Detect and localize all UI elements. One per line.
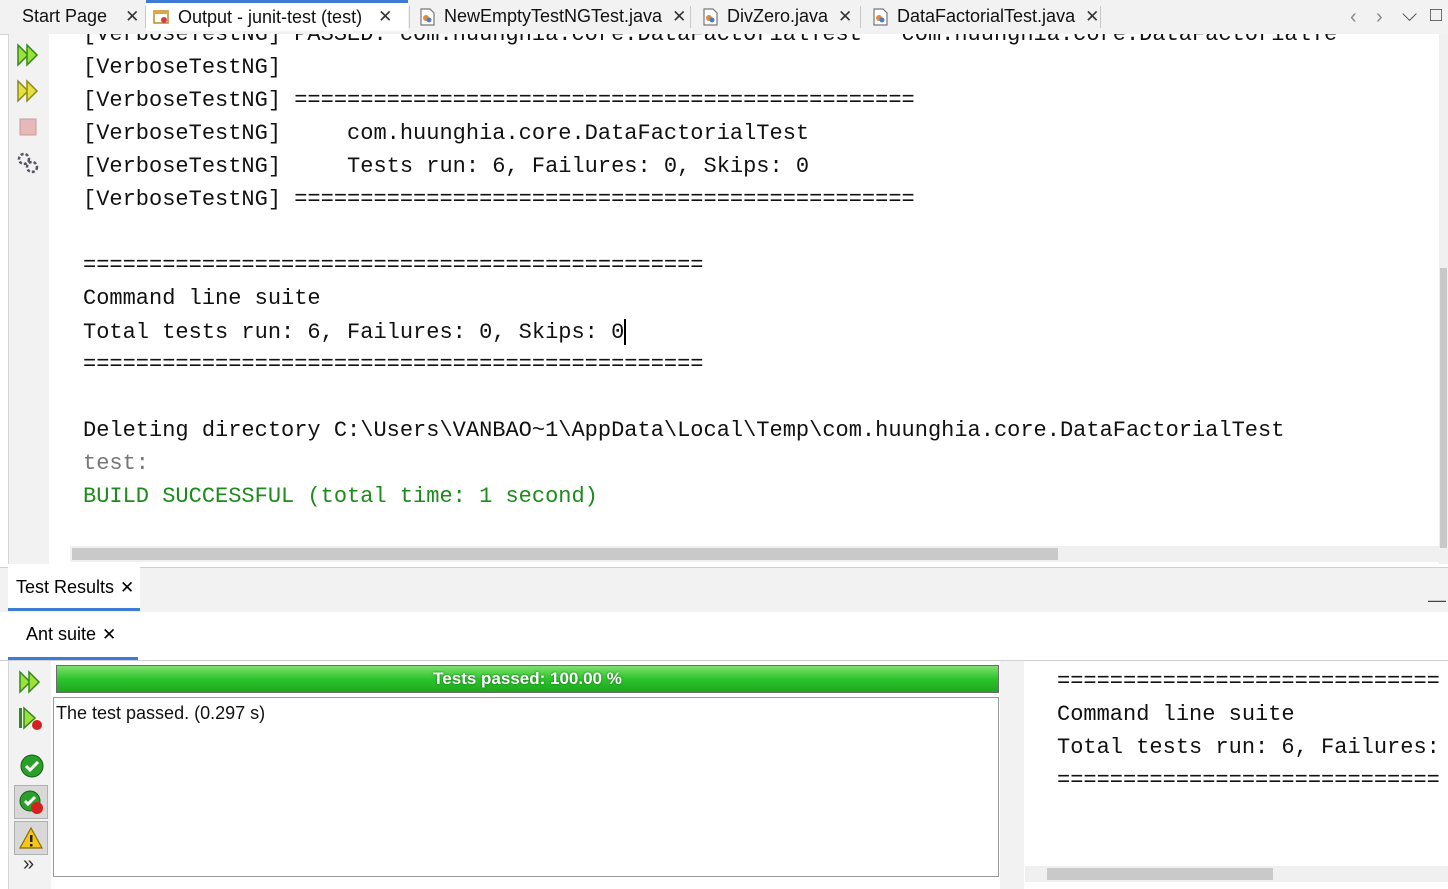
output-horizontal-scroll-thumb[interactable] <box>72 548 1058 560</box>
maximize-window-icon[interactable]: □ <box>1430 4 1442 27</box>
editor-tab-bar: Start Page ✕ Output - junit-test (test) … <box>0 0 1448 35</box>
tab-start-page[interactable]: Start Page ✕ <box>22 0 139 33</box>
output-icon <box>153 10 169 24</box>
tab-label: DataFactorialTest.java <box>897 6 1076 26</box>
close-icon[interactable]: ✕ <box>672 7 686 27</box>
results-tab-bar <box>0 567 1448 613</box>
show-errors-toggle[interactable] <box>14 821 48 855</box>
close-icon[interactable]: ✕ <box>378 7 392 27</box>
progress-label: Tests passed: 100.00 % <box>433 669 622 688</box>
output-line: ========================================… <box>1057 669 1440 694</box>
test-output-horizontal-scroll-thumb[interactable] <box>1047 868 1273 880</box>
show-failed-icon <box>19 790 43 814</box>
output-line: Deleting directory C:\Users\VANBAO~1\App… <box>83 418 1285 443</box>
tab-label: NewEmptyTestNGTest.java <box>444 6 663 26</box>
output-line: [VerboseTestNG] ========================… <box>83 187 915 212</box>
tab-ant-suite[interactable]: Ant suite ✕ <box>8 612 138 660</box>
more-actions-icon[interactable]: » <box>23 853 34 876</box>
tab-label: Test Results <box>16 577 115 597</box>
show-failed-toggle[interactable] <box>14 785 48 819</box>
output-toolbar <box>8 34 50 564</box>
tab-list-dropdown-icon[interactable]: ⌵ <box>1402 4 1417 27</box>
tests-progress-bar: Tests passed: 100.00 % <box>56 665 999 693</box>
tab-label: Start Page <box>22 6 108 26</box>
tab-label: Output - junit-test (test) <box>178 6 363 27</box>
close-icon[interactable]: ✕ <box>838 7 852 27</box>
test-result-summary[interactable]: The test passed. (0.297 s) <box>56 703 265 724</box>
output-line-target: test: <box>83 451 150 476</box>
build-status-line: BUILD SUCCESSFUL (total time: 1 second) <box>83 484 598 509</box>
tab-label: Ant suite <box>26 624 97 644</box>
output-vertical-scroll-thumb[interactable] <box>1440 268 1447 548</box>
tab-datafactorialtest[interactable]: DataFactorialTest.java ✕ <box>871 0 1099 33</box>
java-file-icon <box>420 7 435 26</box>
output-line: ========================================… <box>1057 768 1440 793</box>
output-line: [VerboseTestNG] com.huunghia.core.DataFa… <box>83 121 810 146</box>
output-line: [VerboseTestNG] <box>83 55 282 80</box>
output-line: [VerboseTestNG] ========================… <box>83 88 915 113</box>
close-icon[interactable]: ✕ <box>102 625 116 645</box>
rerun-with-options-icon[interactable] <box>15 78 41 104</box>
test-results-tree[interactable] <box>53 697 999 877</box>
suite-tab-bar <box>0 612 1448 661</box>
stop-icon[interactable] <box>15 114 41 140</box>
java-file-icon <box>873 7 888 26</box>
output-line: Total tests run: 6, Failures: 0, Skips: … <box>1057 735 1440 760</box>
output-line: [VerboseTestNG] Tests run: 6, Failures: … <box>83 154 810 179</box>
output-line: [VerboseTestNG] PASSED: com.huunghia.cor… <box>83 34 1338 47</box>
scroll-tabs-right-icon[interactable]: › <box>1376 6 1383 29</box>
rerun-icon[interactable] <box>17 669 43 695</box>
close-icon[interactable]: ✕ <box>120 578 134 598</box>
split-pane-divider[interactable] <box>1000 661 1024 889</box>
output-line: Total tests run: 6, Failures: 0, Skips: … <box>83 319 625 345</box>
settings-icon[interactable] <box>15 150 41 176</box>
tab-divzero[interactable]: DivZero.java ✕ <box>701 0 852 33</box>
text-caret <box>624 319 627 345</box>
output-console[interactable]: [VerboseTestNG] PASSED: com.huunghia.cor… <box>49 34 1439 564</box>
test-output-pane[interactable]: ========================================… <box>1025 661 1440 866</box>
close-icon[interactable]: ✕ <box>1085 7 1099 27</box>
show-passed-icon[interactable] <box>19 753 45 779</box>
output-line: ========================================… <box>83 253 704 278</box>
rerun-icon[interactable] <box>15 42 41 68</box>
results-toolbar: » <box>8 661 51 889</box>
output-line: ========================================… <box>83 352 704 377</box>
tab-label: DivZero.java <box>727 6 829 26</box>
minimize-icon[interactable]: — <box>1428 590 1446 611</box>
tab-newemptytestngtest[interactable]: NewEmptyTestNGTest.java ✕ <box>418 0 686 33</box>
scroll-tabs-left-icon[interactable]: ‹ <box>1350 6 1357 29</box>
java-file-icon <box>703 7 718 26</box>
tab-output-junit-test[interactable]: Output - junit-test (test) ✕ <box>146 0 408 31</box>
tab-test-results[interactable]: Test Results ✕ <box>8 567 140 611</box>
rerun-failed-icon[interactable] <box>17 705 43 731</box>
warning-icon <box>18 826 44 849</box>
close-icon[interactable]: ✕ <box>125 7 139 27</box>
output-line: Command line suite <box>83 286 321 311</box>
output-line: Command line suite <box>1057 702 1295 727</box>
